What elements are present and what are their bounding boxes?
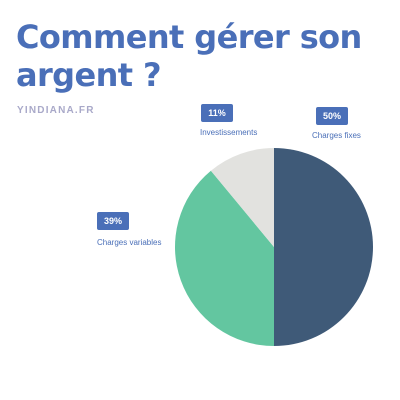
value-label-charges-variables: 39% <box>97 212 129 230</box>
category-label-charges-variables: Charges variables <box>97 238 162 247</box>
value-label-investissements: 11% <box>201 104 233 122</box>
pie-chart <box>175 148 373 346</box>
category-label-charges-fixes: Charges fixes <box>312 131 361 140</box>
pie-slice-charges-fixes <box>274 148 373 346</box>
value-label-charges-fixes: 50% <box>316 107 348 125</box>
category-label-investissements: Investissements <box>200 128 258 137</box>
